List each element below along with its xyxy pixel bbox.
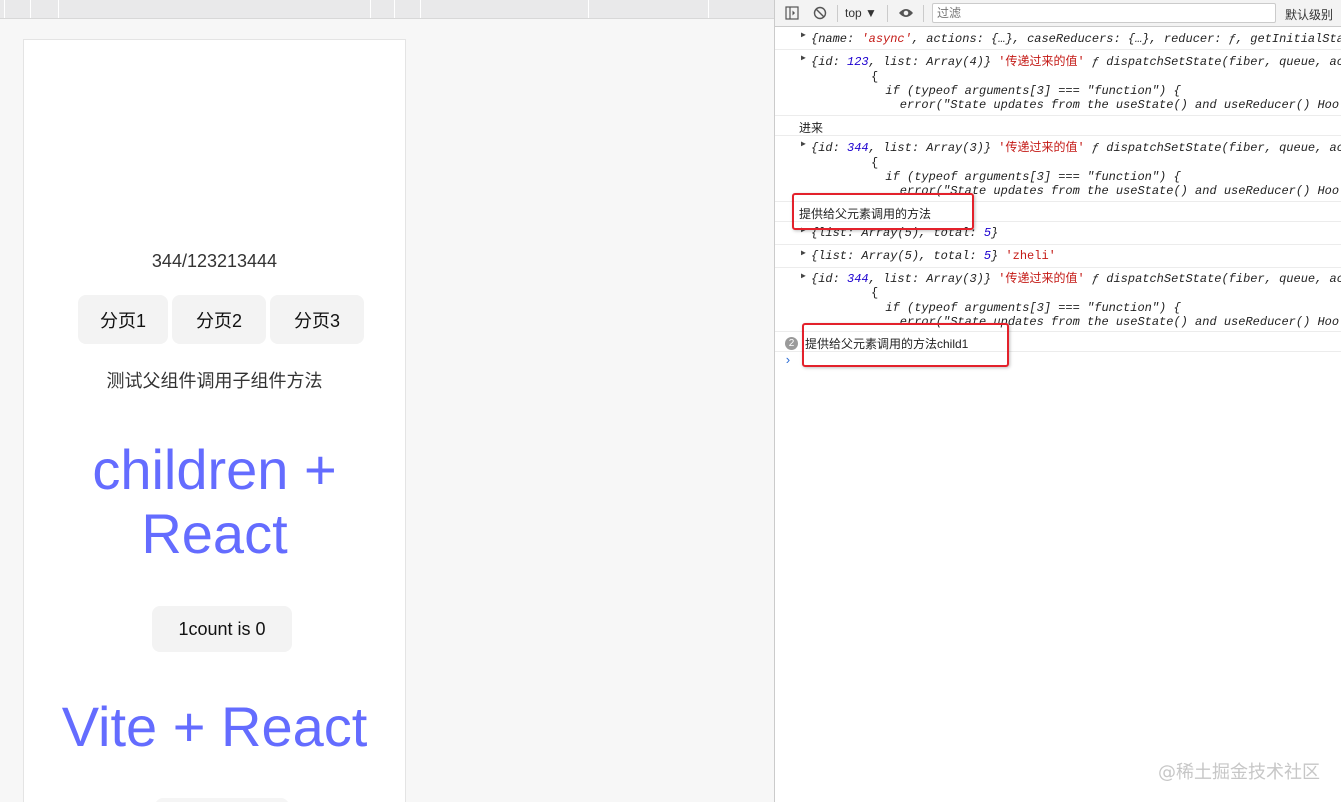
- heading1-line2: React: [141, 502, 288, 565]
- watermark: @稀土掘金技术社区: [1158, 762, 1320, 783]
- live-expression-eye-icon[interactable]: [898, 5, 914, 21]
- clear-console-icon[interactable]: [812, 5, 828, 21]
- highlight-box: [802, 323, 1009, 367]
- filter-input[interactable]: [932, 3, 1276, 23]
- bottom-button-partial[interactable]: [155, 798, 289, 802]
- page-3-button[interactable]: 分页3: [270, 295, 364, 344]
- console-row-text: 进来: [775, 116, 1341, 136]
- page-2-button[interactable]: 分页2: [172, 295, 266, 344]
- console-row-object[interactable]: ▶ {list: Array(5), total: 5} 'zheli': [775, 245, 1341, 268]
- expand-triangle-icon[interactable]: ▶: [801, 271, 806, 281]
- heading1-line1: children +: [92, 438, 337, 501]
- test-description: 测试父组件调用子组件方法: [106, 371, 323, 391]
- sidebar-toggle-icon[interactable]: [784, 5, 800, 21]
- repeat-count-badge: 2: [785, 337, 798, 350]
- pagination: 分页1 分页2 分页3: [78, 295, 364, 344]
- device-ruler: [0, 0, 774, 19]
- app-preview-area: 344/123213444 分页1 分页2 分页3 测试父组件调用子组件方法 c…: [0, 0, 774, 802]
- log-level-select[interactable]: 默认级别: [1285, 6, 1333, 23]
- expand-triangle-icon[interactable]: ▶: [801, 53, 806, 63]
- context-select[interactable]: top ▼: [845, 6, 877, 20]
- expand-triangle-icon[interactable]: ▶: [801, 30, 806, 40]
- expand-triangle-icon[interactable]: ▶: [801, 139, 806, 149]
- mobile-viewport: 344/123213444 分页1 分页2 分页3 测试父组件调用子组件方法 c…: [23, 39, 406, 802]
- console-prompt-icon[interactable]: ›: [784, 353, 792, 368]
- console-row-object[interactable]: ▶ {id: 123, list: Array(4)} '传递过来的值' ƒ d…: [775, 50, 1341, 116]
- page-count-text: 344/123213444: [151, 251, 278, 271]
- console-toolbar: top ▼ 默认级别: [775, 0, 1341, 27]
- children-react-heading: children + React: [24, 438, 405, 566]
- highlight-box: [792, 193, 974, 230]
- page-1-button[interactable]: 分页1: [78, 295, 168, 344]
- count-button[interactable]: 1count is 0: [152, 606, 292, 652]
- devtools-console: top ▼ 默认级别 ▶ {name: 'async', actions: {……: [774, 0, 1341, 802]
- console-row-object[interactable]: ▶ {name: 'async', actions: {…}, caseRedu…: [775, 27, 1341, 50]
- expand-triangle-icon[interactable]: ▶: [801, 248, 806, 258]
- vite-react-heading: Vite + React: [61, 695, 368, 758]
